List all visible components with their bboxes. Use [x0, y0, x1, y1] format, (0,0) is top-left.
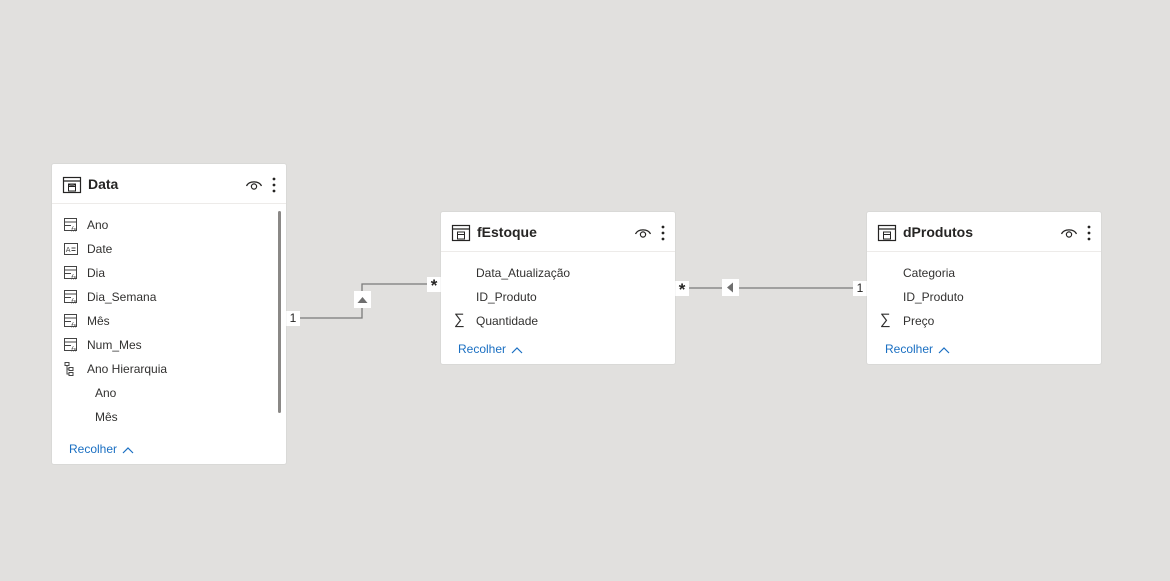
svg-text:fx: fx	[71, 299, 77, 305]
filter-direction-icon[interactable]	[722, 279, 739, 296]
table-header[interactable]: fEstoque	[441, 212, 675, 252]
cardinality-many-badge: *	[675, 281, 689, 299]
hierarchy-level-item[interactable]: Ano	[95, 385, 116, 401]
calculated-column-icon: fx	[64, 266, 77, 281]
field-item[interactable]: ID_Produto	[903, 289, 964, 305]
table-header[interactable]: Data	[52, 164, 286, 204]
more-options-icon[interactable]	[661, 225, 665, 241]
table-card-data[interactable]: Data fx Ano A Date fx Dia fx Dia_Semana …	[52, 164, 286, 464]
calculated-column-icon: fx	[64, 338, 77, 353]
cardinality-one-badge: 1	[286, 311, 300, 326]
collapse-link[interactable]: Recolher	[885, 341, 950, 357]
sigma-icon: ∑	[880, 311, 891, 328]
table-header[interactable]: dProdutos	[867, 212, 1101, 252]
field-item[interactable]: Dia	[87, 265, 105, 281]
calculated-column-icon: fx	[64, 218, 77, 233]
table-card-dprodutos[interactable]: dProdutos Categoria ID_Produto ∑ Preço R…	[867, 212, 1101, 364]
collapse-label: Recolher	[69, 442, 118, 456]
field-item[interactable]: Quantidade	[476, 313, 538, 329]
scrollbar[interactable]	[278, 211, 281, 413]
hierarchy-level-item[interactable]: Mês	[95, 409, 118, 425]
table-icon	[62, 176, 82, 194]
collapse-link[interactable]: Recolher	[458, 341, 523, 357]
svg-text:fx: fx	[71, 275, 77, 281]
cardinality-many-badge: *	[427, 277, 441, 295]
hierarchy-icon	[64, 362, 74, 376]
svg-text:fx: fx	[71, 323, 77, 329]
eye-icon[interactable]	[1060, 226, 1078, 240]
chevron-up-icon	[511, 346, 523, 354]
field-item[interactable]: ID_Produto	[476, 289, 537, 305]
svg-text:A: A	[66, 246, 71, 254]
sigma-icon: ∑	[454, 311, 465, 328]
calculated-column-icon: fx	[64, 314, 77, 329]
hierarchy-item[interactable]: Ano Hierarquia	[87, 361, 167, 377]
collapse-label: Recolher	[458, 342, 507, 356]
field-item[interactable]: Data_Atualização	[476, 265, 570, 281]
svg-text:fx: fx	[71, 227, 77, 233]
table-icon	[877, 224, 897, 242]
table-title: Data	[88, 176, 119, 192]
field-item[interactable]: Categoria	[903, 265, 955, 281]
eye-icon[interactable]	[245, 178, 263, 192]
table-icon	[451, 224, 471, 242]
table-card-festoque[interactable]: fEstoque Data_Atualização ID_Produto ∑ Q…	[441, 212, 675, 364]
collapse-label: Recolher	[885, 342, 934, 356]
field-item[interactable]: Date	[87, 241, 112, 257]
chevron-up-icon	[938, 346, 950, 354]
eye-icon[interactable]	[634, 226, 652, 240]
more-options-icon[interactable]	[272, 177, 276, 193]
model-canvas[interactable]: 1 * * 1 Data fx Ano A Date fx Dia fx Dia…	[0, 0, 1170, 581]
field-item[interactable]: Preço	[903, 313, 934, 329]
calculated-column-icon: fx	[64, 290, 77, 305]
collapse-link[interactable]: Recolher	[69, 441, 134, 457]
table-title: fEstoque	[477, 224, 537, 240]
table-title: dProdutos	[903, 224, 973, 240]
field-item[interactable]: Ano	[87, 217, 108, 233]
chevron-up-icon	[122, 446, 134, 454]
cardinality-one-badge: 1	[853, 281, 867, 296]
field-item[interactable]: Mês	[87, 313, 110, 329]
svg-text:fx: fx	[71, 347, 77, 353]
filter-direction-icon[interactable]	[354, 291, 371, 308]
field-item[interactable]: Num_Mes	[87, 337, 142, 353]
field-item[interactable]: Dia_Semana	[87, 289, 156, 305]
date-column-icon: A	[64, 243, 78, 255]
more-options-icon[interactable]	[1087, 225, 1091, 241]
